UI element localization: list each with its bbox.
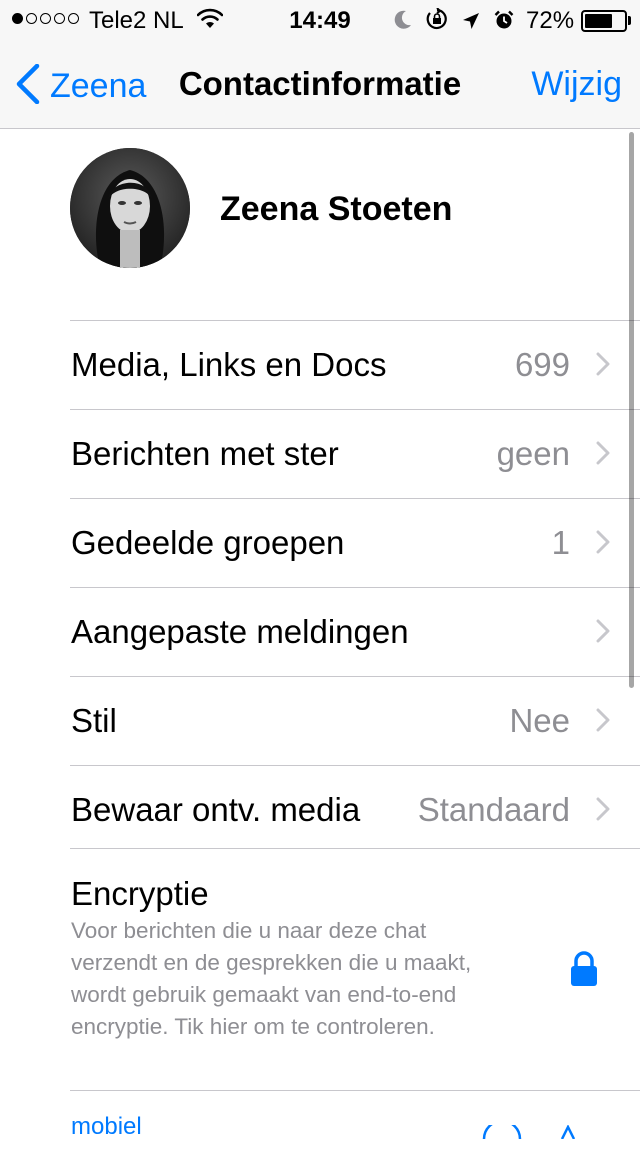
- row-value: 1: [551, 524, 570, 561]
- edit-button[interactable]: Wijzig: [531, 65, 622, 104]
- chevron-right-icon: [596, 530, 610, 559]
- moon-icon: [394, 9, 412, 37]
- row-save-media[interactable]: Bewaar ontv. media Standaard: [70, 765, 640, 854]
- row-value: Nee: [509, 702, 570, 739]
- rotation-lock-icon: [426, 7, 448, 37]
- row-custom-notifications[interactable]: Aangepaste meldingen: [70, 587, 640, 676]
- row-value: geen: [496, 435, 570, 472]
- row-starred-messages[interactable]: Berichten met ster geen: [70, 409, 640, 498]
- chevron-right-icon: [596, 797, 610, 826]
- contact-avatar[interactable]: [70, 148, 190, 268]
- navigation-bar: Zeena Contactinformatie Wijzig: [0, 40, 640, 129]
- row-label: Gedeelde groepen: [71, 524, 345, 561]
- chevron-right-icon: [596, 619, 610, 648]
- phone-number-row[interactable]: mobiel: [70, 1090, 640, 1151]
- row-mute[interactable]: Stil Nee: [70, 676, 640, 765]
- encryption-description: Voor berichten die u naar deze chat verz…: [71, 918, 472, 1039]
- row-label: Berichten met ster: [71, 435, 339, 472]
- chevron-right-icon: [596, 352, 610, 381]
- contact-options-list: Media, Links en Docs 699 Berichten met s…: [0, 320, 640, 854]
- message-icon[interactable]: [482, 1119, 522, 1144]
- battery-percentage: 72%: [526, 7, 575, 34]
- lock-icon: [570, 951, 598, 992]
- location-arrow-icon: [462, 9, 480, 37]
- row-media-links-docs[interactable]: Media, Links en Docs 699: [70, 320, 640, 409]
- phone-type-label: mobiel: [71, 1113, 142, 1140]
- chevron-right-icon: [596, 441, 610, 470]
- alarm-icon: [494, 9, 514, 37]
- row-label: Media, Links en Docs: [71, 346, 387, 383]
- row-label: Aangepaste meldingen: [71, 613, 409, 650]
- row-label: Bewaar ontv. media: [71, 791, 361, 828]
- row-value: Standaard: [417, 791, 570, 828]
- encryption-row[interactable]: Encryptie Voor berichten die u naar deze…: [70, 848, 640, 1091]
- status-bar: Tele2 NL 14:49 72%: [0, 0, 640, 40]
- row-value: 699: [514, 346, 570, 383]
- encryption-title: Encryptie: [71, 875, 209, 912]
- row-label: Stil: [71, 702, 117, 739]
- chevron-right-icon: [596, 708, 610, 737]
- call-icon[interactable]: [556, 1124, 580, 1144]
- contact-name: Zeena Stoeten: [220, 190, 453, 228]
- row-shared-groups[interactable]: Gedeelde groepen 1: [70, 498, 640, 587]
- scroll-indicator[interactable]: [629, 132, 634, 688]
- battery-icon: [581, 10, 627, 32]
